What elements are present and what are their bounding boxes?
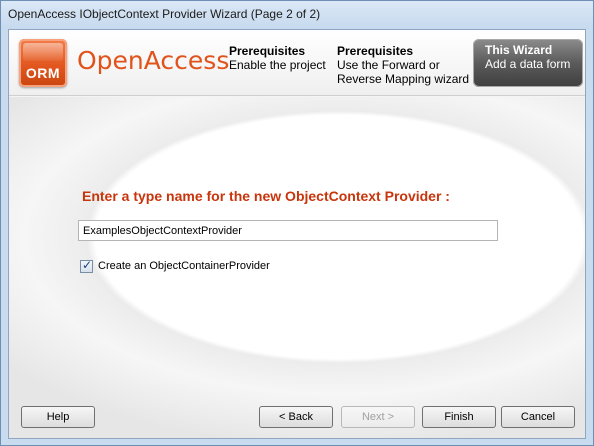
title-bar[interactable]: OpenAccess IObjectContext Provider Wizar… xyxy=(1,1,593,29)
cancel-button[interactable]: Cancel xyxy=(501,406,575,428)
help-button[interactable]: Help xyxy=(21,406,95,428)
step-description: Enable the project xyxy=(229,58,326,72)
step-description-line2: Reverse Mapping wizard xyxy=(337,72,470,86)
type-name-prompt: Enter a type name for the new ObjectCont… xyxy=(82,188,450,204)
checkmark-icon: ✓ xyxy=(82,257,93,272)
type-name-input[interactable] xyxy=(78,220,498,241)
wizard-window: OpenAccess IObjectContext Provider Wizar… xyxy=(0,0,594,446)
step-description: Add a data form xyxy=(485,57,571,71)
step-this-wizard: This Wizard Add a data form xyxy=(473,39,583,87)
next-button[interactable]: Next > xyxy=(341,406,415,428)
back-button[interactable]: < Back xyxy=(259,406,333,428)
step-title: Prerequisites xyxy=(337,44,414,58)
create-container-provider-option[interactable]: ✓ Create an ObjectContainerProvider xyxy=(80,257,270,273)
orm-logo-text: ORM xyxy=(25,65,61,81)
step-prerequisites-mapping: Prerequisites Use the Forward or Reverse… xyxy=(337,44,469,86)
brand-name: OpenAccess xyxy=(77,46,230,75)
step-title: Prerequisites xyxy=(229,44,306,58)
create-container-provider-label[interactable]: Create an ObjectContainerProvider xyxy=(98,260,270,272)
wizard-header: ORM OpenAccess Prerequisites Enable the … xyxy=(9,30,585,96)
wizard-client-area: ORM OpenAccess Prerequisites Enable the … xyxy=(8,29,586,439)
step-prerequisites-enable: Prerequisites Enable the project xyxy=(229,44,326,72)
create-container-provider-checkbox[interactable]: ✓ xyxy=(80,257,93,273)
orm-logo-icon: ORM xyxy=(19,39,67,87)
wizard-body: Enter a type name for the new ObjectCont… xyxy=(9,97,585,438)
step-title: This Wizard xyxy=(485,43,553,57)
finish-button[interactable]: Finish xyxy=(422,406,496,428)
step-description-line1: Use the Forward or xyxy=(337,58,440,72)
window-title: OpenAccess IObjectContext Provider Wizar… xyxy=(8,7,321,21)
